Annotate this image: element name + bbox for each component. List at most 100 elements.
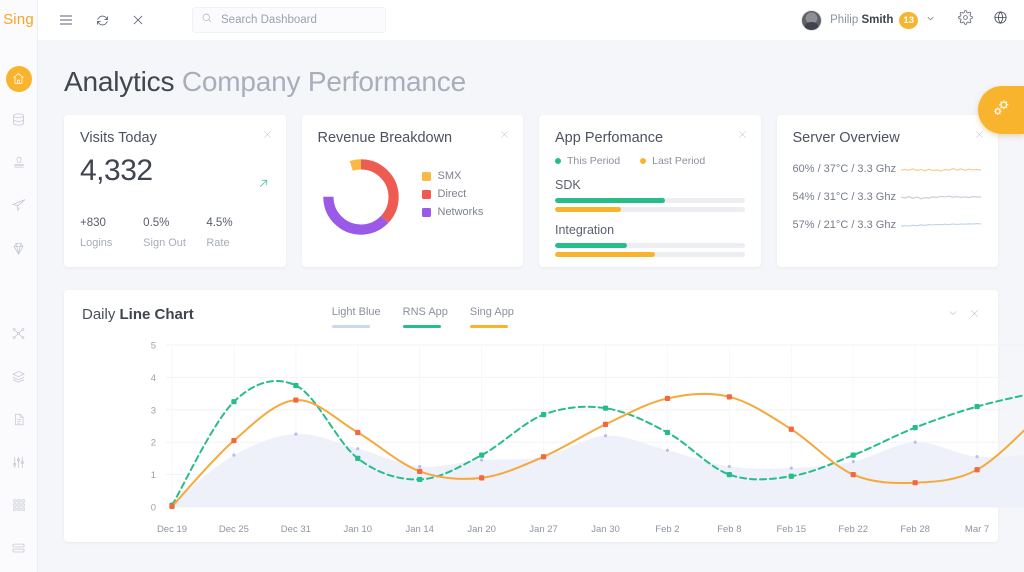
data-point[interactable] (850, 452, 856, 458)
data-point[interactable] (231, 399, 237, 405)
close-icon[interactable] (969, 306, 980, 324)
tab-sing-app[interactable]: Sing App (469, 306, 514, 328)
visits-value: 4,332 (80, 154, 153, 187)
stat-label: Rate (206, 237, 230, 249)
sidebar-item-grid[interactable] (0, 486, 37, 529)
close-icon[interactable] (262, 127, 274, 139)
data-point[interactable] (664, 395, 671, 402)
data-point[interactable] (293, 397, 299, 403)
close-icon[interactable] (737, 127, 749, 139)
data-point[interactable] (602, 405, 609, 411)
stat-logins: +830 Logins (80, 217, 143, 249)
search-box[interactable] (192, 7, 386, 33)
tab-label: Sing App (469, 306, 514, 318)
x-axis-tick: Jan 30 (591, 524, 620, 535)
share-network-icon (11, 326, 26, 346)
chevron-down-icon[interactable] (925, 11, 936, 29)
sidebar-item-database[interactable] (0, 100, 37, 143)
sidebar-item-documents[interactable] (0, 400, 37, 443)
gear-icon[interactable] (958, 10, 973, 30)
visits-stats: +830 Logins 0.5% Sign Out 4.5% Rate (80, 217, 270, 249)
data-point[interactable] (479, 475, 485, 481)
globe-icon[interactable] (993, 10, 1008, 30)
data-point[interactable] (602, 421, 609, 427)
progress-sdk-this-period (555, 198, 745, 203)
paper-plane-icon (11, 197, 27, 218)
card-app-performance: App Perfomance This Period Last Period S… (539, 115, 761, 267)
x-axis-tick: Dec 25 (219, 524, 249, 535)
search-input[interactable] (221, 14, 377, 26)
data-point[interactable] (355, 429, 361, 436)
data-point[interactable] (169, 503, 175, 509)
chevron-down-icon[interactable] (947, 306, 959, 324)
tab-label: Light Blue (331, 306, 381, 318)
sidebar-item-send[interactable] (0, 186, 37, 229)
data-point[interactable] (540, 412, 547, 418)
progress-fill (555, 198, 665, 203)
chart-title: Daily Line Chart (82, 306, 194, 323)
sidebar-nav (0, 57, 37, 572)
user-name[interactable]: Philip Smith (830, 14, 893, 26)
data-point[interactable] (912, 425, 918, 431)
tab-underline (402, 325, 441, 328)
menu-icon[interactable] (48, 0, 84, 40)
sliders-icon (11, 455, 26, 475)
data-point[interactable] (850, 472, 856, 478)
legend-last-period: Last Period (640, 155, 705, 167)
brand-logo[interactable]: Sing (0, 0, 37, 39)
topbar: Philip Smith 13 (38, 0, 1024, 40)
data-point[interactable] (664, 429, 671, 436)
chart-title-bold: Line Chart (119, 306, 194, 323)
y-axis-tick: 5 (151, 341, 156, 352)
legend-label: SMX (437, 170, 462, 182)
data-point[interactable] (355, 455, 361, 461)
data-point[interactable] (540, 454, 547, 460)
line-chart-plot[interactable]: 0 1 2 3 4 5 Dec 19 Dec 25 Dec 31 Jan 10 Jan 14 Jan … (64, 334, 1024, 540)
sidebar-item-layers[interactable] (0, 357, 37, 400)
sidebar-item-network[interactable] (0, 314, 37, 357)
data-point (356, 447, 360, 451)
y-axis-tick: 0 (151, 503, 156, 514)
tab-label: RNS App (402, 306, 448, 318)
data-point[interactable] (417, 468, 423, 474)
refresh-icon[interactable] (84, 0, 120, 40)
data-point[interactable] (231, 437, 237, 444)
x-axis-tick: Jan 27 (529, 524, 558, 535)
avatar[interactable] (801, 9, 823, 31)
tab-rns-app[interactable]: RNS App (402, 306, 448, 328)
legend-this-period: This Period (555, 155, 620, 167)
data-point[interactable] (788, 473, 794, 479)
data-point[interactable] (726, 394, 732, 400)
data-point (294, 432, 298, 436)
data-point[interactable] (293, 382, 299, 389)
sidebar-item-sliders[interactable] (0, 443, 37, 486)
legend-label: Direct (437, 188, 467, 200)
sidebar-item-premium[interactable] (0, 229, 37, 272)
y-axis-tick: 2 (151, 438, 156, 449)
settings-panel-toggle[interactable] (978, 86, 1024, 134)
sidebar-item-stack[interactable] (0, 529, 37, 572)
y-axis-tick: 1 (151, 470, 156, 481)
tab-light-blue[interactable]: Light Blue (331, 306, 381, 328)
series-area-light-blue (172, 434, 1024, 507)
sidebar-item-home[interactable] (0, 57, 37, 100)
data-point[interactable] (912, 480, 918, 486)
data-point[interactable] (974, 403, 980, 410)
close-icon[interactable] (120, 0, 156, 40)
close-icon[interactable] (974, 127, 986, 139)
layers-icon (11, 369, 26, 389)
data-point[interactable] (974, 467, 980, 473)
x-axis-tick: Jan 10 (344, 524, 373, 535)
notification-badge[interactable]: 13 (899, 11, 918, 29)
stat-value: 0.5% (143, 217, 170, 229)
card-title: Revenue Breakdown (317, 130, 453, 146)
stat-label: Sign Out (143, 237, 186, 249)
data-point[interactable] (479, 452, 485, 458)
data-point[interactable] (726, 472, 732, 478)
data-point (232, 453, 236, 457)
data-point[interactable] (417, 476, 423, 483)
sidebar-item-user[interactable] (0, 143, 37, 186)
server-row: 60% / 37°C / 3.3 Ghz (793, 162, 983, 176)
data-point[interactable] (788, 426, 794, 432)
close-icon[interactable] (499, 127, 511, 139)
